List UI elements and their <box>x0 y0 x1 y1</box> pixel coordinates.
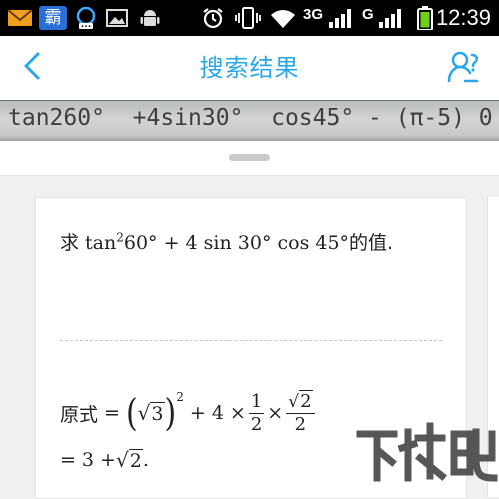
line2-term: 3 + <box>81 449 116 471</box>
signal-2-label: G <box>362 6 374 23</box>
status-time: 12:39 <box>435 5 491 30</box>
question-tan: tan <box>85 232 117 254</box>
question-prefix: 求 <box>60 232 80 254</box>
ime-icon: 霸 <box>38 6 68 30</box>
question-exponent: 2 <box>116 230 124 245</box>
drag-handle[interactable] <box>229 154 270 161</box>
solution-plus-4: + 4 <box>189 402 224 424</box>
question-suffix: 的值. <box>349 232 394 254</box>
battery-icon <box>416 6 434 30</box>
divider <box>60 340 442 341</box>
fraction-1: 12 <box>248 390 265 435</box>
ask-teacher-icon <box>446 49 480 87</box>
signal-1-label: 3G <box>303 6 324 23</box>
ime-label: 霸 <box>39 6 67 30</box>
svg-text:•••: ••• <box>81 24 92 31</box>
wifi-icon <box>268 6 298 30</box>
solution-line-1: 原式 = ( √ 3 ) 2 + 4 × 12 × √ 2 2 <box>60 386 318 440</box>
captured-photo-text: tan260° +4sin30° cos45° - (π-5) 0 <box>8 105 493 131</box>
solution-line-2: = 3 + √ 2 . <box>60 448 149 472</box>
mail-icon <box>6 6 34 30</box>
times-2: × <box>267 402 284 424</box>
app-header: 搜索结果 <box>0 36 499 100</box>
paren-close: ) <box>164 391 177 435</box>
signal-icon <box>328 6 354 30</box>
sqrt-3: √ 3 <box>137 401 165 425</box>
watermark-logo <box>350 418 499 486</box>
paren-open: ( <box>125 391 138 435</box>
times-1: × <box>229 402 246 424</box>
android-icon <box>138 6 162 30</box>
captured-photo: tan260° +4sin30° cos45° - (π-5) 0 <box>0 100 499 142</box>
ask-teacher-button[interactable] <box>443 48 483 88</box>
sqrt-2: √ 2 <box>115 448 143 472</box>
question-expression: 60° + 4 sin 30° cos 45° <box>123 232 350 254</box>
solution-label: 原式 <box>60 403 99 426</box>
page-title: 搜索结果 <box>199 54 300 82</box>
solution-equals: = <box>104 402 120 424</box>
line2-period: . <box>142 449 149 471</box>
image-icon <box>105 6 129 30</box>
watermark-icon <box>356 422 498 482</box>
vibrate-icon <box>234 6 262 30</box>
solution-exponent: 2 <box>176 390 184 404</box>
drag-handle-bar[interactable] <box>0 141 499 176</box>
chat-icon: ••• <box>72 6 100 30</box>
alarm-icon <box>200 6 226 30</box>
signal-icon-2 <box>378 6 404 30</box>
question-text: 求 tan260° + 4 sin 30° cos 45°的值. <box>60 228 393 255</box>
line2-equals: = <box>60 449 76 471</box>
fraction-2: √ 2 2 <box>286 390 315 436</box>
status-bar: 霸 ••• 3G G 12:39 <box>0 0 499 36</box>
